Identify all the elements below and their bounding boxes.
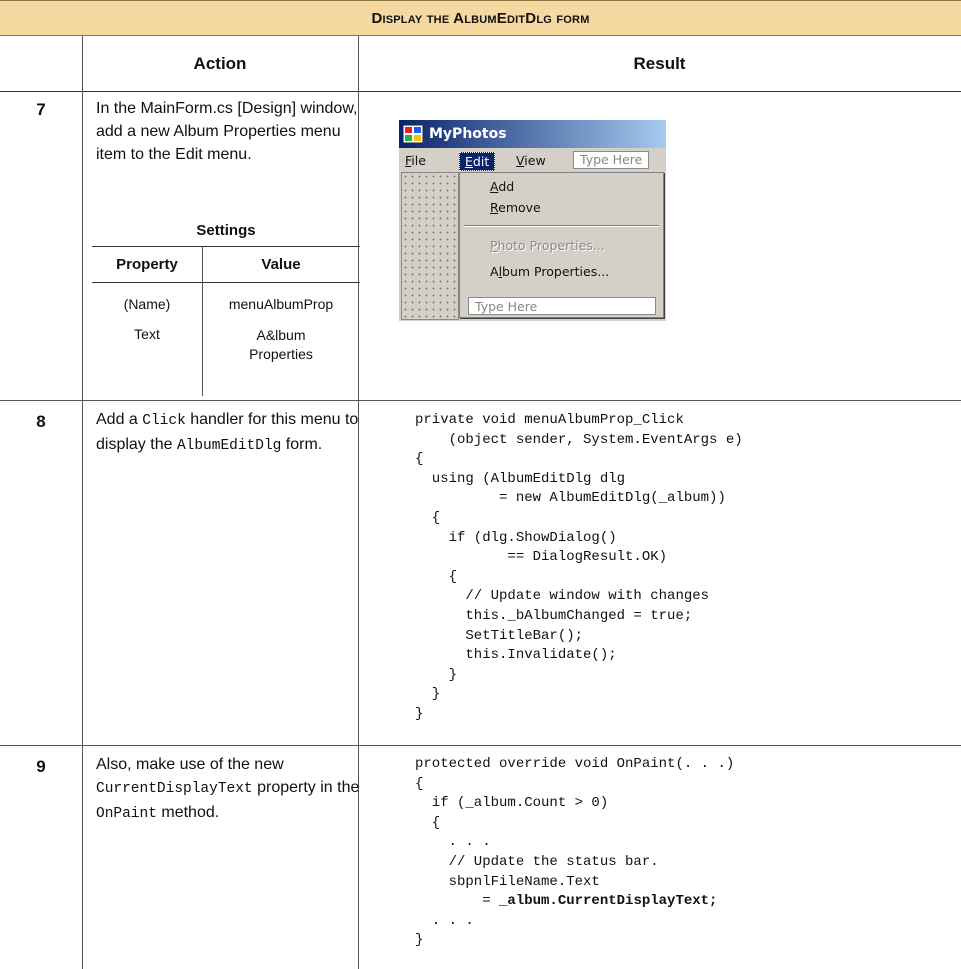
code-line: { xyxy=(415,509,441,526)
designer-surface xyxy=(401,172,459,320)
action-code-currentdisplaytext: CurrentDisplayText xyxy=(96,781,253,797)
code-line: } xyxy=(415,932,424,949)
code-line: = _album.CurrentDisplayText; xyxy=(415,892,734,912)
code-bold-text: _album.CurrentDisplayText; xyxy=(499,893,718,910)
step-number: 9 xyxy=(36,757,46,776)
settings-header-property: Property xyxy=(116,256,178,273)
code-line: (object sender, System.EventArgs e) xyxy=(415,431,743,448)
code-line: if (dlg.ShowDialog() xyxy=(415,529,617,546)
code-line: SetTitleBar(); xyxy=(415,627,584,644)
code-block: private void menuAlbumProp_Click (object… xyxy=(415,411,743,725)
row-separator xyxy=(0,745,961,746)
table-title-text: Display the AlbumEditDlg form xyxy=(371,9,590,27)
code-line: private void menuAlbumProp_Click xyxy=(415,412,684,428)
code-line: if (_album.Count > 0) xyxy=(415,795,609,812)
menu-screenshot: MyPhotos File Edit View Type Here Add Re… xyxy=(399,120,666,321)
menu-view[interactable]: View xyxy=(516,152,546,169)
action-code-click: Click xyxy=(142,413,186,429)
action-column-header: Action xyxy=(193,54,247,73)
code-line: = new AlbumEditDlg(_album)) xyxy=(415,490,726,507)
code-line: // Update window with changes xyxy=(415,588,710,605)
menu-item-album-properties[interactable]: Album Properties... xyxy=(490,262,609,282)
column-divider-right xyxy=(358,36,359,969)
menu-item-photo-properties: Photo Properties... xyxy=(490,238,605,253)
step-action-text: Also, make use of the new CurrentDisplay… xyxy=(96,753,360,826)
settings-value-cell: A&lbum Properties xyxy=(249,327,313,362)
menu-type-here[interactable]: Type Here xyxy=(468,297,656,315)
menu-file[interactable]: File xyxy=(405,152,426,169)
column-divider-left xyxy=(82,36,83,969)
menu-edit[interactable]: Edit xyxy=(459,152,496,171)
action-code-albumeditdlg: AlbumEditDlg xyxy=(176,438,282,454)
screenshot-menubar: File Edit View Type Here xyxy=(399,148,666,172)
settings-rule xyxy=(92,282,360,283)
settings-property-cell: (Name) xyxy=(123,296,171,312)
step-action-text: Add a Click handler for this menu to dis… xyxy=(96,408,360,458)
code-text: = xyxy=(415,893,500,910)
settings-header-value: Value xyxy=(261,256,301,273)
screenshot-window-title: MyPhotos xyxy=(429,126,507,142)
table-title: Display the AlbumEditDlg form xyxy=(0,0,961,36)
code-block: protected override void OnPaint(. . .){ … xyxy=(415,755,734,951)
menubar-type-here[interactable]: Type Here xyxy=(573,151,650,169)
code-line: protected override void OnPaint(. . .) xyxy=(415,756,735,772)
result-column-header: Result xyxy=(633,54,686,73)
code-line: { xyxy=(415,451,424,468)
edit-dropdown-menu: Add Remove Photo Properties... Album Pro… xyxy=(459,172,664,318)
action-text-part: form. xyxy=(281,436,323,453)
code-line: } xyxy=(415,686,441,703)
code-line: { xyxy=(415,568,458,585)
menu-item-remove[interactable]: Remove xyxy=(490,198,541,218)
settings-title: Settings xyxy=(196,222,256,239)
code-line: this.Invalidate(); xyxy=(415,647,617,664)
action-text-part: Also, make use of the new xyxy=(96,756,284,773)
column-header-row: Action Result xyxy=(0,36,961,92)
code-line: using (AlbumEditDlg dlg xyxy=(415,470,626,487)
row-separator xyxy=(0,400,961,401)
settings-rule xyxy=(92,246,360,247)
step-number: 7 xyxy=(36,100,46,119)
action-code-onpaint: OnPaint xyxy=(96,806,157,822)
settings-table: Settings Property Value (Name) menuAlbum… xyxy=(92,220,360,396)
step-action-text: In the MainForm.cs [Design] window, add … xyxy=(96,100,358,163)
code-line: { xyxy=(415,814,441,831)
code-line: . . . xyxy=(415,912,474,929)
step-number: 8 xyxy=(36,412,46,431)
settings-divider xyxy=(202,246,203,396)
code-line: // Update the status bar. xyxy=(415,853,659,870)
code-line: } xyxy=(415,666,458,683)
code-line: } xyxy=(415,705,424,722)
code-line: this._bAlbumChanged = true; xyxy=(415,607,693,624)
settings-property-cell: Text xyxy=(134,326,160,342)
action-text-part: property in the xyxy=(252,779,360,796)
settings-value-cell: menuAlbumProp xyxy=(228,296,334,312)
instruction-table: Display the AlbumEditDlg form Action Res… xyxy=(0,0,961,969)
code-line: { xyxy=(415,775,424,792)
action-text-part: method. xyxy=(156,804,220,821)
action-text-part: Add a xyxy=(96,411,143,428)
code-line: . . . xyxy=(415,834,491,851)
screenshot-title-bar: MyPhotos xyxy=(399,120,666,148)
app-icon xyxy=(403,125,423,143)
code-line: == DialogResult.OK) xyxy=(415,549,668,566)
code-line: sbpnlFileName.Text xyxy=(415,873,600,890)
menu-separator xyxy=(464,225,659,227)
menu-item-add[interactable]: Add xyxy=(490,177,514,197)
